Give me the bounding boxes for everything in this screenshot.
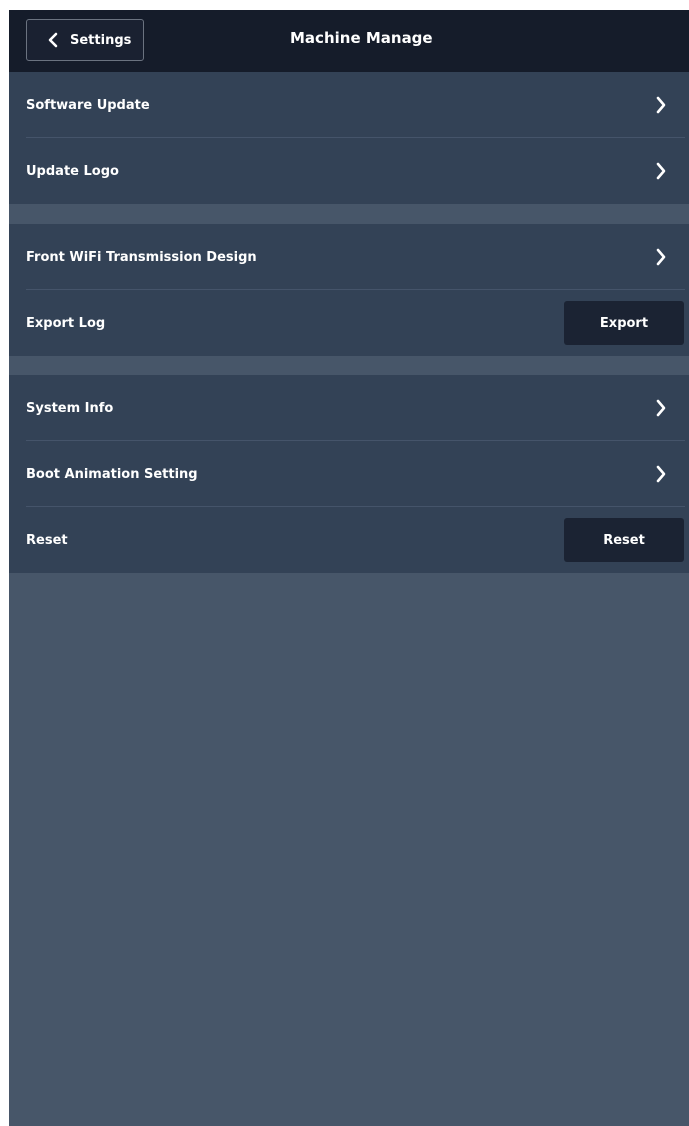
settings-group-transfer: Front WiFi Transmission Design Export Lo… xyxy=(9,224,689,356)
chevron-right-icon xyxy=(653,95,669,115)
machine-manage-screen: Settings Machine Manage Software Update … xyxy=(9,10,689,1126)
row-update-logo[interactable]: Update Logo xyxy=(9,138,689,204)
row-front-wifi-transmission-design[interactable]: Front WiFi Transmission Design xyxy=(9,224,689,290)
back-to-settings-button[interactable]: Settings xyxy=(26,19,144,61)
row-system-info[interactable]: System Info xyxy=(9,375,689,441)
row-label: Front WiFi Transmission Design xyxy=(26,249,257,265)
row-boot-animation-setting[interactable]: Boot Animation Setting xyxy=(9,441,689,507)
row-label: Software Update xyxy=(26,97,150,113)
row-label: Update Logo xyxy=(26,163,119,179)
chevron-right-icon xyxy=(653,398,669,418)
reset-button[interactable]: Reset xyxy=(564,518,684,562)
settings-group-update: Software Update Update Logo xyxy=(9,72,689,204)
chevron-right-icon xyxy=(653,464,669,484)
chevron-left-icon xyxy=(47,32,61,48)
page-title: Machine Manage xyxy=(290,29,433,47)
row-software-update[interactable]: Software Update xyxy=(9,72,689,138)
settings-group-system: System Info Boot Animation Setting Reset… xyxy=(9,375,689,573)
chevron-right-icon xyxy=(653,247,669,267)
header-bar: Settings Machine Manage xyxy=(9,10,689,72)
chevron-right-icon xyxy=(653,161,669,181)
row-label: Boot Animation Setting xyxy=(26,466,198,482)
row-export-log: Export Log Export xyxy=(9,290,689,356)
row-label: System Info xyxy=(26,400,114,416)
back-button-label: Settings xyxy=(70,32,132,48)
row-reset: Reset Reset xyxy=(9,507,689,573)
row-label: Export Log xyxy=(26,315,106,331)
export-button[interactable]: Export xyxy=(564,301,684,345)
row-label: Reset xyxy=(26,532,68,548)
